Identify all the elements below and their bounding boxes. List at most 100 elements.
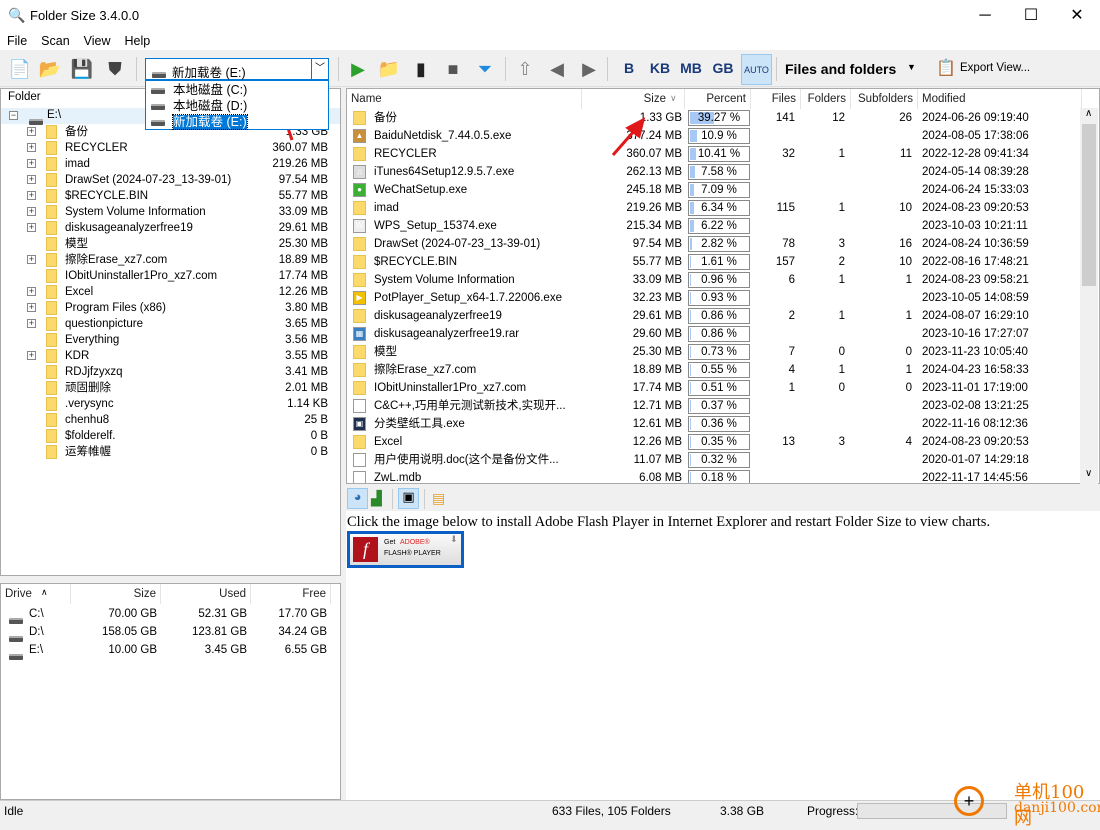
expand-icon[interactable]: + bbox=[27, 191, 36, 200]
unit-kb-button[interactable]: KB bbox=[646, 60, 674, 76]
view-mode-dropdown-icon[interactable]: ▼ bbox=[907, 62, 916, 72]
new-icon[interactable]: 📄 bbox=[7, 56, 33, 82]
save-icon[interactable]: 💾 bbox=[69, 56, 95, 82]
scrollbar-thumb[interactable] bbox=[1082, 124, 1096, 286]
list-row[interactable]: ▣ 分类壁纸工具.exe 12.61 MB 0.36 % 2022-11-16 08:1… bbox=[347, 415, 1082, 433]
up-folder-icon[interactable]: ⇧ bbox=[512, 56, 538, 82]
back-icon[interactable]: ◀ bbox=[544, 56, 570, 82]
export-view-button[interactable]: Export View... bbox=[960, 62, 1030, 74]
tree-item[interactable]: + Program Files (x86) 3.80 MB bbox=[1, 300, 340, 316]
list-row[interactable]: diskusageanalyzerfree19 29.61 MB 0.86 % 2 1 1… bbox=[347, 307, 1082, 325]
drive-select[interactable]: 新加载卷 (E:) ﹀ bbox=[145, 58, 329, 80]
get-flash-player-button[interactable]: f Get ADOBE® FLASH® PLAYER ⬇ bbox=[347, 531, 464, 568]
drive-row[interactable]: E:\ 10.00 GB 3.45 GB 6.55 GB bbox=[1, 641, 340, 660]
unit-gb-button[interactable]: GB bbox=[709, 60, 737, 76]
list-row[interactable]: RECYCLER 360.07 MB 10.41 % 32 1 11 2022-12-28 … bbox=[347, 145, 1082, 163]
menu-file[interactable]: File bbox=[0, 32, 34, 50]
tree-item[interactable]: chenhu8 25 B bbox=[1, 412, 340, 428]
list-column-header[interactable]: Modified bbox=[918, 89, 1082, 109]
list-row[interactable]: P C&C++,巧用单元测试新技术,实现开... 12.71 MB 0.37 % 202… bbox=[347, 397, 1082, 415]
tree-item[interactable]: + 擦除Erase_xz7.com 18.89 MB bbox=[1, 252, 340, 268]
list-column-header[interactable]: Name bbox=[347, 89, 582, 109]
list-column-header[interactable]: Files bbox=[751, 89, 801, 109]
expand-icon[interactable]: + bbox=[27, 175, 36, 184]
expand-icon[interactable]: + bbox=[27, 255, 36, 264]
expand-icon[interactable]: + bbox=[27, 143, 36, 152]
list-row[interactable]: DrawSet (2024-07-23_13-39-01) 97.54 MB 2.8… bbox=[347, 235, 1082, 253]
list-row[interactable]: ▶ PotPlayer_Setup_x64-1.7.22006.exe 32.23 … bbox=[347, 289, 1082, 307]
stop-icon[interactable]: ■ bbox=[440, 56, 466, 82]
tree-item[interactable]: + System Volume Information 33.09 MB bbox=[1, 204, 340, 220]
tree-item[interactable]: + RECYCLER 360.07 MB bbox=[1, 140, 340, 156]
chart-style-icon[interactable]: ▣ bbox=[398, 488, 419, 509]
list-row[interactable]: System Volume Information 33.09 MB 0.96 % 6… bbox=[347, 271, 1082, 289]
expand-icon[interactable]: + bbox=[27, 351, 36, 360]
close-button[interactable]: ✕ bbox=[1054, 0, 1100, 32]
list-row[interactable]: 模型 25.30 MB 0.73 % 7 0 0 2023-11-23 10:05:40 bbox=[347, 343, 1082, 361]
filter-icon[interactable]: ⏷ bbox=[472, 56, 498, 82]
expand-icon[interactable]: + bbox=[27, 223, 36, 232]
tree-item[interactable]: Everything 3.56 MB bbox=[1, 332, 340, 348]
tree-item[interactable]: RDJjfzyxzq 3.41 MB bbox=[1, 364, 340, 380]
scan-play-icon[interactable]: ▶ bbox=[345, 56, 371, 82]
vertical-scrollbar[interactable]: ∧ ∨ bbox=[1080, 108, 1098, 484]
list-row[interactable]: IObitUninstaller1Pro_xz7.com 17.74 MB 0.51… bbox=[347, 379, 1082, 397]
scroll-down-icon[interactable]: ∨ bbox=[1085, 468, 1092, 479]
tree-item[interactable]: 顽固删除 2.01 MB bbox=[1, 380, 340, 396]
menu-scan[interactable]: Scan bbox=[34, 32, 77, 50]
drive-row[interactable]: D:\ 158.05 GB 123.81 GB 34.24 GB bbox=[1, 623, 340, 642]
forward-icon[interactable]: ▶ bbox=[576, 56, 602, 82]
list-row[interactable]: $RECYCLE.BIN 55.77 MB 1.61 % 157 2 10 2022-08-… bbox=[347, 253, 1082, 271]
tree-item[interactable]: .verysync 1.14 KB bbox=[1, 396, 340, 412]
tree-item[interactable]: $folderelf. 0 B bbox=[1, 428, 340, 444]
tree-item[interactable]: + KDR 3.55 MB bbox=[1, 348, 340, 364]
tree-item[interactable]: 运筹帷幄 0 B bbox=[1, 444, 340, 460]
chevron-down-icon[interactable]: ﹀ bbox=[311, 59, 328, 79]
list-row[interactable]: ▦ diskusageanalyzerfree19.rar 29.60 MB 0.86… bbox=[347, 325, 1082, 343]
tree-item[interactable]: 模型 25.30 MB bbox=[1, 236, 340, 252]
list-row[interactable]: ▲ BaiduNetdisk_7.44.0.5.exe 377.24 MB 10.9 … bbox=[347, 127, 1082, 145]
unit-mb-button[interactable]: MB bbox=[677, 60, 705, 76]
drive-column-header[interactable]: Free bbox=[251, 584, 331, 604]
drive-option-c[interactable]: 本地磁盘 (C:) bbox=[148, 82, 326, 98]
tree-item[interactable]: + imad 219.26 MB bbox=[1, 156, 340, 172]
export-icon[interactable]: 📋 bbox=[936, 58, 956, 78]
pie-chart-icon[interactable]: ◕ bbox=[347, 488, 368, 509]
expand-icon[interactable]: + bbox=[27, 303, 36, 312]
tree-item[interactable]: + $RECYCLE.BIN 55.77 MB bbox=[1, 188, 340, 204]
minimize-button[interactable]: ─ bbox=[962, 0, 1008, 32]
list-row[interactable]: ♫ iTunes64Setup12.9.5.7.exe 262.13 MB 7.58 … bbox=[347, 163, 1082, 181]
drive-option-e[interactable]: 新加载卷 (E:) bbox=[148, 114, 326, 130]
scan-folder-icon[interactable]: 📁 bbox=[376, 56, 402, 82]
list-row[interactable]: ZwL.mdb 6.08 MB 0.18 % 2022-11-17 14:45:56 bbox=[347, 469, 1082, 483]
drive-row[interactable]: C:\ 70.00 GB 52.31 GB 17.70 GB bbox=[1, 605, 340, 624]
collapse-icon[interactable]: − bbox=[9, 111, 18, 120]
tree-item[interactable]: + diskusageanalyzerfree19 29.61 MB bbox=[1, 220, 340, 236]
list-column-header[interactable]: Percent bbox=[685, 89, 751, 109]
unit-b-button[interactable]: B bbox=[615, 60, 643, 76]
list-row[interactable]: W WPS_Setup_15374.exe 215.34 MB 6.22 % 2023-… bbox=[347, 217, 1082, 235]
menu-view[interactable]: View bbox=[77, 32, 118, 50]
drive-column-header[interactable]: Size bbox=[71, 584, 161, 604]
scan-computer-icon[interactable]: ▮ bbox=[408, 56, 434, 82]
expand-icon[interactable]: + bbox=[27, 127, 36, 136]
list-row[interactable]: 用户使用说明.doc(这个是备份文件... 11.07 MB 0.32 % 2020-… bbox=[347, 451, 1082, 469]
list-row[interactable]: Excel 12.26 MB 0.35 % 13 3 4 2024-08-23 09:20:… bbox=[347, 433, 1082, 451]
list-row[interactable]: ● WeChatSetup.exe 245.18 MB 7.09 % 2024-06-2… bbox=[347, 181, 1082, 199]
expand-icon[interactable]: + bbox=[27, 207, 36, 216]
list-column-header[interactable]: Subfolders bbox=[851, 89, 918, 109]
menu-help[interactable]: Help bbox=[118, 32, 158, 50]
list-column-header[interactable]: Folders bbox=[801, 89, 851, 109]
expand-icon[interactable]: + bbox=[27, 159, 36, 168]
tree-item[interactable]: + DrawSet (2024-07-23_13-39-01) 97.54 MB bbox=[1, 172, 340, 188]
list-row[interactable]: 擦除Erase_xz7.com 18.89 MB 0.55 % 4 1 1 2024-04-… bbox=[347, 361, 1082, 379]
tree-item[interactable]: IObitUninstaller1Pro_xz7.com 17.74 MB bbox=[1, 268, 340, 284]
list-row[interactable]: 备份 1.33 GB 39.27 % 141 12 26 2024-06-26 09:19:… bbox=[347, 109, 1082, 127]
bar-chart-icon[interactable]: ▟ bbox=[371, 490, 382, 507]
scroll-up-icon[interactable]: ∧ bbox=[1085, 108, 1092, 119]
maximize-button[interactable]: ☐ bbox=[1008, 0, 1054, 32]
list-row[interactable]: imad 219.26 MB 6.34 % 115 1 10 2024-08-23 09:2… bbox=[347, 199, 1082, 217]
open-icon[interactable]: 📂 bbox=[37, 56, 63, 82]
drive-column-header[interactable]: Drive bbox=[1, 584, 71, 604]
save-chart-icon[interactable]: ▤ bbox=[432, 490, 445, 507]
